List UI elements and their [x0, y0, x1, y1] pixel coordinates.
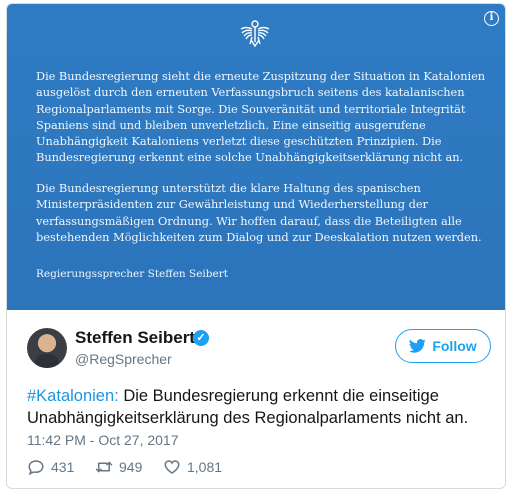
like-button[interactable]: 1,081 [163, 458, 222, 476]
eagle-emblem-icon [240, 20, 270, 48]
retweet-count: 949 [119, 459, 143, 475]
author-display-name[interactable]: Steffen Seibert [75, 328, 195, 348]
hashtag-link[interactable]: #Katalonien: [27, 387, 119, 405]
statement-paragraph-1: Die Bundesregierung sieht die erneute Zu… [36, 69, 486, 165]
like-count: 1,081 [187, 459, 223, 475]
tweet-timestamp[interactable]: 11:42 PM - Oct 27, 2017 [27, 432, 179, 448]
reply-button[interactable]: 431 [27, 458, 74, 476]
statement-signature: Regierungssprecher Steffen Seibert [36, 268, 228, 280]
retweet-icon [95, 461, 113, 473]
like-icon [164, 460, 180, 474]
statement-image[interactable]: i Die Bundesregierung sieht die erneute … [7, 4, 505, 310]
verified-badge-icon: ✓ [193, 330, 209, 346]
avatar[interactable] [27, 328, 67, 368]
author-handle[interactable]: @RegSprecher [75, 351, 172, 367]
tweet-card: i Die Bundesregierung sieht die erneute … [6, 3, 506, 489]
statement-paragraph-2: Die Bundesregierung unterstützt die klar… [36, 181, 482, 244]
info-icon[interactable]: i [484, 11, 499, 26]
reply-icon [28, 460, 44, 476]
author-row: Steffen Seibert ✓ @RegSprecher Follow [27, 324, 497, 372]
reply-count: 431 [51, 459, 75, 475]
tweet-text: #Katalonien: Die Bundesregierung erkennt… [27, 385, 495, 429]
tweet-actions: 431 949 1,081 [27, 458, 327, 478]
follow-button-label: Follow [432, 338, 477, 354]
retweet-button[interactable]: 949 [95, 458, 142, 476]
follow-button[interactable]: Follow [395, 329, 491, 363]
twitter-bird-icon [409, 339, 426, 353]
